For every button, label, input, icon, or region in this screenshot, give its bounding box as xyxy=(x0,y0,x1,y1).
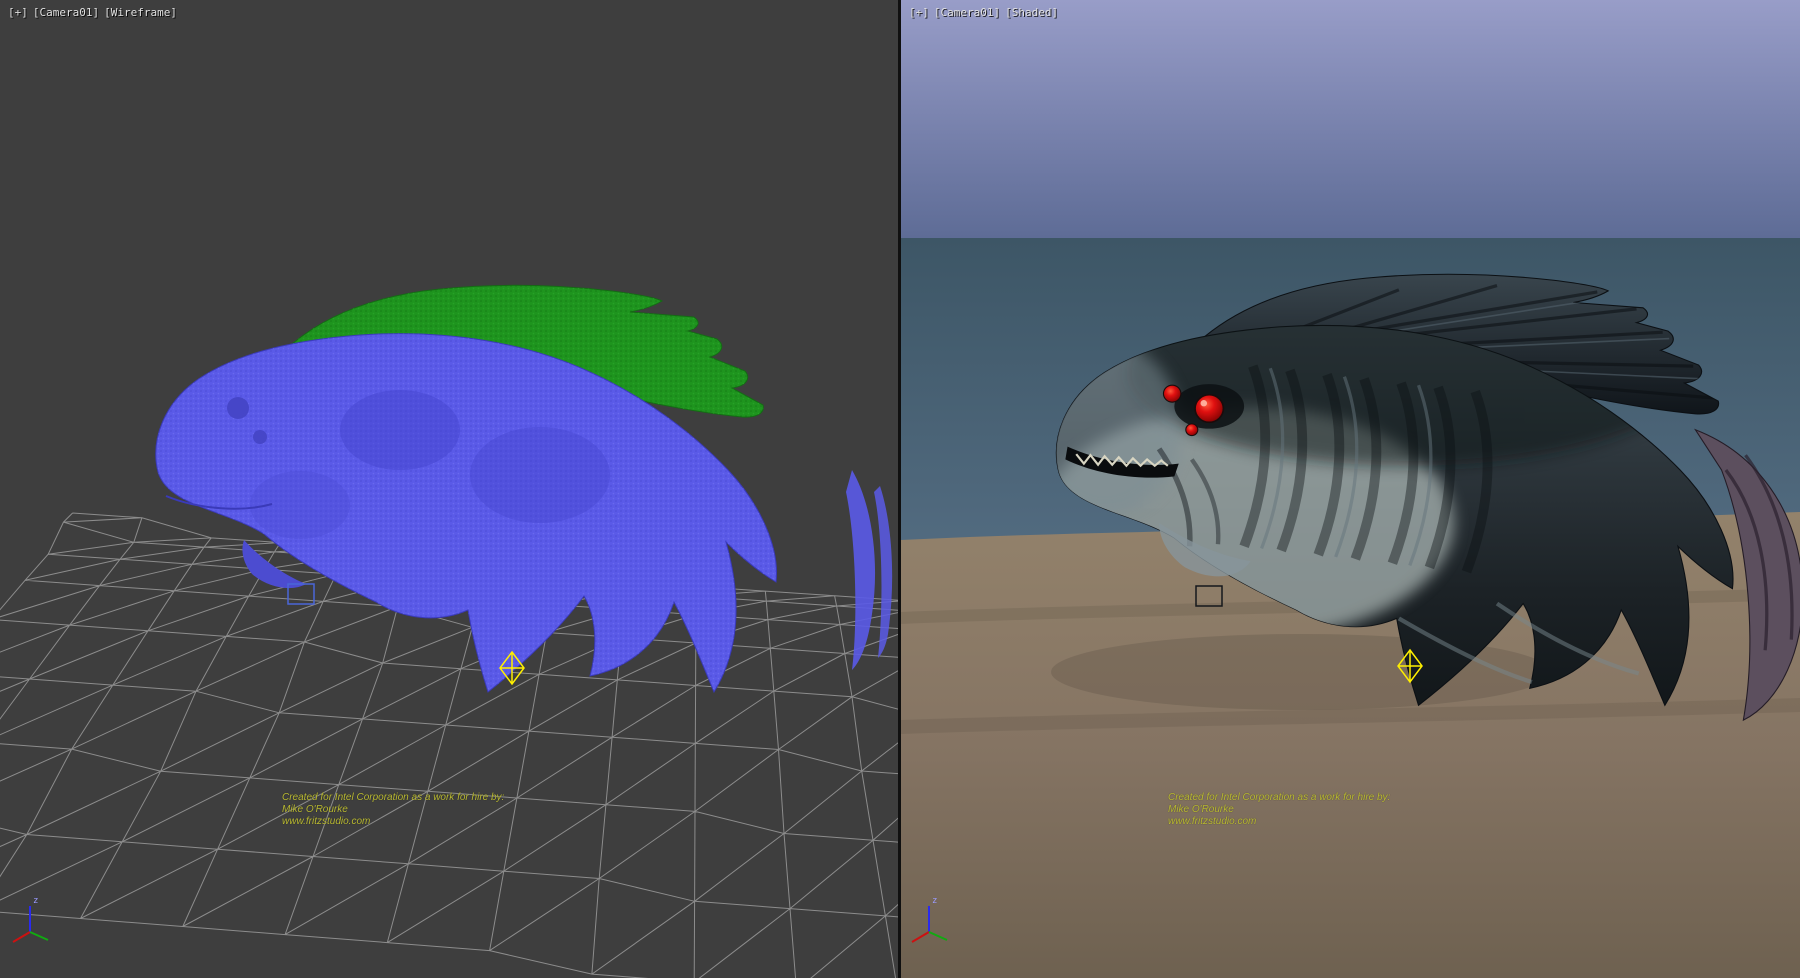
viewport-left-wireframe[interactable]: z [+] [Camera01] [Wireframe] Created for… xyxy=(0,0,898,978)
credit-line-1: Created for Intel Corporation as a work … xyxy=(1168,792,1390,804)
viewport-shading-button[interactable]: [Wireframe] xyxy=(104,6,177,19)
fish-eye-main xyxy=(1195,395,1223,423)
viewport-menu-button[interactable]: [+] xyxy=(8,6,28,19)
viewport-label-right: [+] [Camera01] [Shaded] xyxy=(909,6,1058,19)
credit-line-2: Mike O'Rourke xyxy=(282,804,504,816)
viewport-right-shaded[interactable]: z [+] [Camera01] [Shaded] Created for In… xyxy=(901,0,1800,978)
credit-line-2: Mike O'Rourke xyxy=(1168,804,1390,816)
wireframe-scene: z xyxy=(0,0,898,978)
viewport-shading-button[interactable]: [Shaded] xyxy=(1005,6,1058,19)
fish-tail-wisp xyxy=(846,470,875,670)
credit-line-1: Created for Intel Corporation as a work … xyxy=(282,792,504,804)
fish-shade-patch xyxy=(340,390,460,470)
fish-eye-wireframe xyxy=(253,430,267,444)
viewport-label-left: [+] [Camera01] [Wireframe] xyxy=(8,6,177,19)
fish-eye-highlight xyxy=(1201,400,1208,406)
scene-credit-text: Created for Intel Corporation as a work … xyxy=(282,792,504,828)
viewport-menu-button[interactable]: [+] xyxy=(909,6,929,19)
fish-eye-wireframe xyxy=(227,397,249,419)
axis-tripod: z xyxy=(13,896,48,942)
dual-viewport-area: z [+] [Camera01] [Wireframe] Created for… xyxy=(0,0,1800,978)
axis-z-label: z xyxy=(932,896,937,906)
axis-z-label: z xyxy=(33,896,38,906)
scene-credit-text: Created for Intel Corporation as a work … xyxy=(1168,792,1390,828)
sky xyxy=(901,0,1800,238)
credit-line-3: www.fritzstudio.com xyxy=(1168,816,1390,828)
fish-shade-patch xyxy=(470,427,610,523)
viewport-camera-button[interactable]: [Camera01] xyxy=(934,6,1000,19)
viewport-camera-button[interactable]: [Camera01] xyxy=(33,6,99,19)
shaded-scene: z xyxy=(901,0,1800,978)
fish-eye-small xyxy=(1163,385,1180,402)
credit-line-3: www.fritzstudio.com xyxy=(282,816,504,828)
fish-tail-wisp xyxy=(874,486,892,658)
fish-eye-small xyxy=(1186,424,1198,436)
axis-x-line xyxy=(13,932,30,942)
axis-y-line xyxy=(30,932,48,940)
fish-model-wireframe[interactable] xyxy=(156,285,892,692)
